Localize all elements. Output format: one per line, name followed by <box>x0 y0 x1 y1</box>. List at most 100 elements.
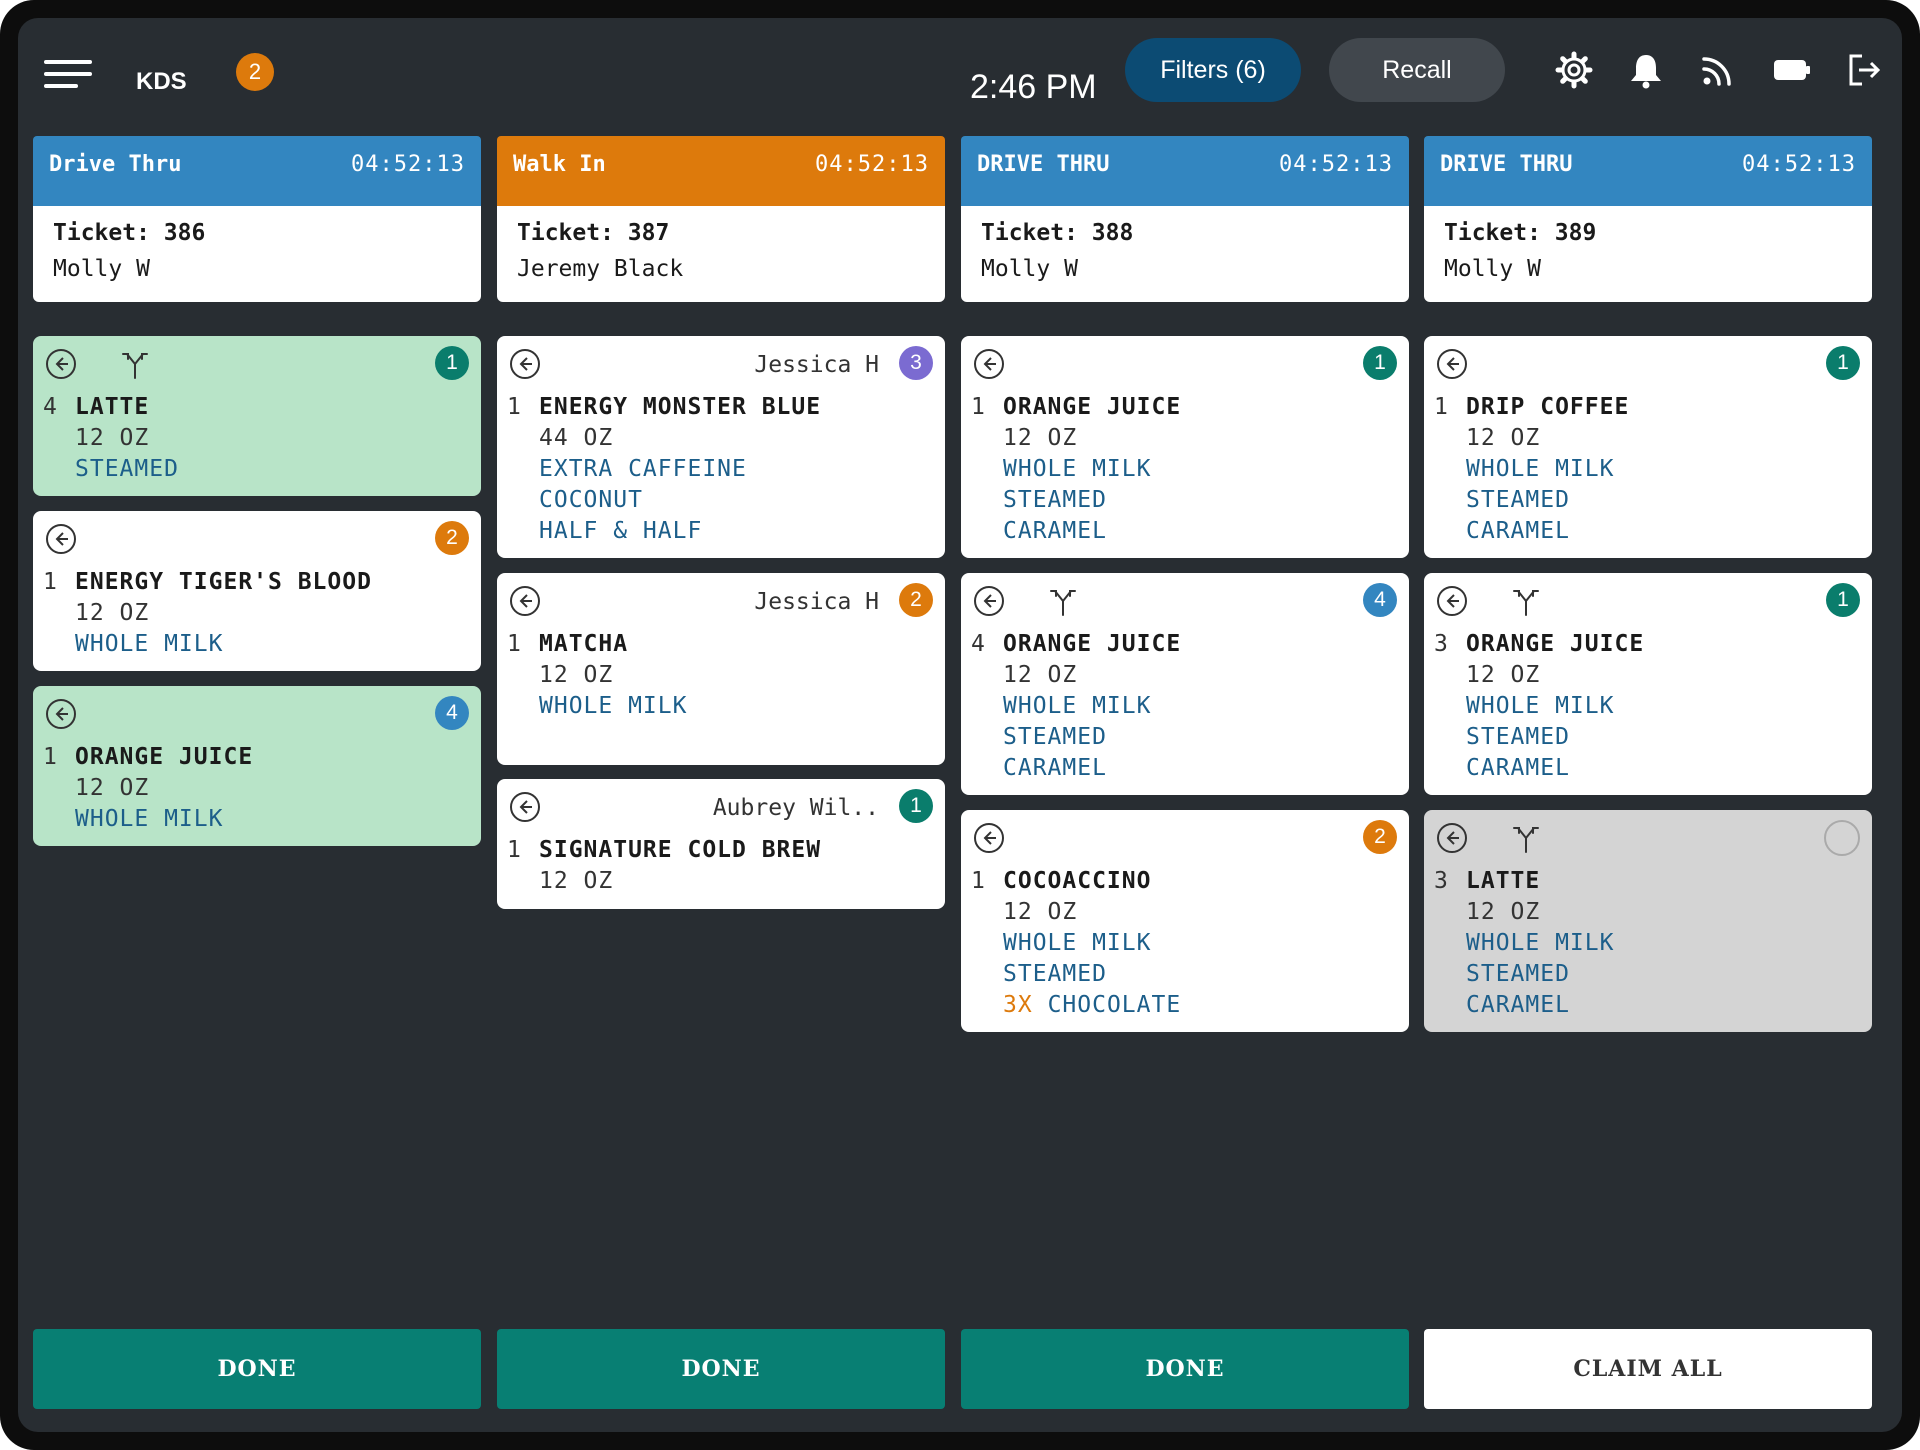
split-icon[interactable] <box>1047 585 1079 617</box>
back-arrow-icon[interactable] <box>1436 822 1468 854</box>
ticket-number: Ticket: 388 <box>981 220 1134 246</box>
back-arrow-icon[interactable] <box>45 348 77 380</box>
order-item-card[interactable]: 4 1 ORANGE JUICE 12 OZ WHOLE MILK <box>33 686 481 846</box>
unassigned-station-badge[interactable] <box>1824 820 1860 856</box>
back-arrow-icon[interactable] <box>1436 585 1468 617</box>
item-size: 12 OZ <box>539 662 614 688</box>
filters-button[interactable]: Filters (6) <box>1125 38 1301 102</box>
claim-all-button[interactable]: CLAIM ALL <box>1424 1329 1872 1409</box>
item-quantity: 1 <box>1434 394 1448 420</box>
station-badge: 1 <box>435 346 469 380</box>
item-quantity: 1 <box>43 569 57 595</box>
order-type: DRIVE THRU <box>1440 152 1573 177</box>
back-arrow-icon[interactable] <box>1436 348 1468 380</box>
item-modifier: CARAMEL <box>1003 755 1107 781</box>
back-arrow-icon[interactable] <box>45 523 77 555</box>
order-timer: 04:52:13 <box>1742 152 1856 177</box>
order-column: DRIVE THRU 04:52:13 Ticket: 389 Molly W … <box>1424 136 1872 1032</box>
station-badge: 2 <box>899 583 933 617</box>
order-timer: 04:52:13 <box>815 152 929 177</box>
item-name: ENERGY TIGER'S BLOOD <box>75 569 372 595</box>
order-item-card[interactable]: 2 1 COCOACCINO 12 OZ WHOLE MILK STEAMED 3… <box>961 810 1409 1032</box>
menu-icon[interactable] <box>44 60 94 90</box>
ticket-info[interactable]: Ticket: 386 Molly W <box>33 206 481 302</box>
modifier-multiplier: 3X <box>1003 992 1033 1018</box>
bell-icon[interactable] <box>1626 50 1666 90</box>
order-timer: 04:52:13 <box>351 152 465 177</box>
back-arrow-icon[interactable] <box>973 585 1005 617</box>
item-modifier: STEAMED <box>1466 487 1570 513</box>
item-size: 12 OZ <box>1003 662 1078 688</box>
order-timer: 04:52:13 <box>1279 152 1393 177</box>
top-bar: KDS 2 2:46 PM Filters (6) Recall <box>18 18 1902 122</box>
item-modifier: WHOLE MILK <box>1466 693 1615 719</box>
logout-icon[interactable] <box>1844 50 1884 90</box>
order-item-card[interactable]: 1 1 ORANGE JUICE 12 OZ WHOLE MILK STEAMED… <box>961 336 1409 558</box>
ticket-info[interactable]: Ticket: 388 Molly W <box>961 206 1409 302</box>
item-size: 12 OZ <box>75 425 150 451</box>
ticket-info[interactable]: Ticket: 389 Molly W <box>1424 206 1872 302</box>
station-badge: 3 <box>899 346 933 380</box>
order-header: DRIVE THRU 04:52:13 <box>961 136 1409 206</box>
item-size: 12 OZ <box>1466 662 1541 688</box>
split-icon[interactable] <box>119 348 151 380</box>
order-item-card[interactable]: 2 1 ENERGY TIGER'S BLOOD 12 OZ WHOLE MILK <box>33 511 481 671</box>
ticket-number: Ticket: 386 <box>53 220 206 246</box>
item-name: ORANGE JUICE <box>1003 631 1182 657</box>
ticket-number: Ticket: 387 <box>517 220 670 246</box>
item-name: MATCHA <box>539 631 629 657</box>
order-item-card[interactable]: 3 LATTE 12 OZ WHOLE MILK STEAMED CARAMEL <box>1424 810 1872 1032</box>
done-button[interactable]: DONE <box>961 1329 1409 1409</box>
rss-icon[interactable] <box>1698 50 1738 90</box>
item-size: 12 OZ <box>1466 899 1541 925</box>
back-arrow-icon[interactable] <box>509 791 541 823</box>
order-item-card[interactable]: 1 1 DRIP COFFEE 12 OZ WHOLE MILK STEAMED … <box>1424 336 1872 558</box>
notification-count-badge: 2 <box>236 53 274 91</box>
order-header: Drive Thru 04:52:13 <box>33 136 481 206</box>
order-item-card[interactable]: 1 4 LATTE 12 OZ STEAMED <box>33 336 481 496</box>
item-size: 12 OZ <box>75 775 150 801</box>
kds-screen: KDS 2 2:46 PM Filters (6) Recall Drive T… <box>18 18 1902 1432</box>
station-badge: 4 <box>435 696 469 730</box>
station-badge: 1 <box>899 789 933 823</box>
ticket-info[interactable]: Ticket: 387 Jeremy Black <box>497 206 945 302</box>
order-item-card[interactable]: Jessica H 2 1 MATCHA 12 OZ WHOLE MILK <box>497 573 945 765</box>
item-quantity: 4 <box>971 631 985 657</box>
item-modifier: STEAMED <box>1466 724 1570 750</box>
customer-name: Molly W <box>1444 256 1541 282</box>
order-header: Walk In 04:52:13 <box>497 136 945 206</box>
order-item-card[interactable]: 4 4 ORANGE JUICE 12 OZ WHOLE MILK STEAMED… <box>961 573 1409 795</box>
back-arrow-icon[interactable] <box>509 348 541 380</box>
item-size: 12 OZ <box>1003 425 1078 451</box>
item-modifier: CARAMEL <box>1466 518 1570 544</box>
item-modifier: WHOLE MILK <box>75 631 224 657</box>
modifier-name: CHOCOLATE <box>1047 992 1182 1018</box>
station-badge: 1 <box>1826 346 1860 380</box>
split-icon[interactable] <box>1510 822 1542 854</box>
back-arrow-icon[interactable] <box>45 698 77 730</box>
item-quantity: 1 <box>507 837 521 863</box>
order-item-card[interactable]: Jessica H 3 1 ENERGY MONSTER BLUE 44 OZ E… <box>497 336 945 558</box>
item-modifier: CARAMEL <box>1466 755 1570 781</box>
order-item-card[interactable]: 1 3 ORANGE JUICE 12 OZ WHOLE MILK STEAMED… <box>1424 573 1872 795</box>
gear-icon[interactable] <box>1554 50 1594 90</box>
recall-button[interactable]: Recall <box>1329 38 1505 102</box>
back-arrow-icon[interactable] <box>973 822 1005 854</box>
order-item-card[interactable]: Aubrey Wil.. 1 1 SIGNATURE COLD BREW 12 O… <box>497 779 945 909</box>
item-modifier: CARAMEL <box>1003 518 1107 544</box>
customer-name: Jeremy Black <box>517 256 684 282</box>
item-name: SIGNATURE COLD BREW <box>539 837 822 863</box>
back-arrow-icon[interactable] <box>973 348 1005 380</box>
split-icon[interactable] <box>1510 585 1542 617</box>
item-size: 12 OZ <box>75 600 150 626</box>
back-arrow-icon[interactable] <box>509 585 541 617</box>
done-button[interactable]: DONE <box>33 1329 481 1409</box>
item-modifier: STEAMED <box>1003 487 1107 513</box>
item-quantity: 1 <box>507 394 521 420</box>
assignee-name: Jessica H <box>754 352 879 378</box>
item-name: ORANGE JUICE <box>75 744 254 770</box>
done-button[interactable]: DONE <box>497 1329 945 1409</box>
item-modifier: WHOLE MILK <box>75 806 224 832</box>
customer-name: Molly W <box>53 256 150 282</box>
item-quantity: 1 <box>971 868 985 894</box>
